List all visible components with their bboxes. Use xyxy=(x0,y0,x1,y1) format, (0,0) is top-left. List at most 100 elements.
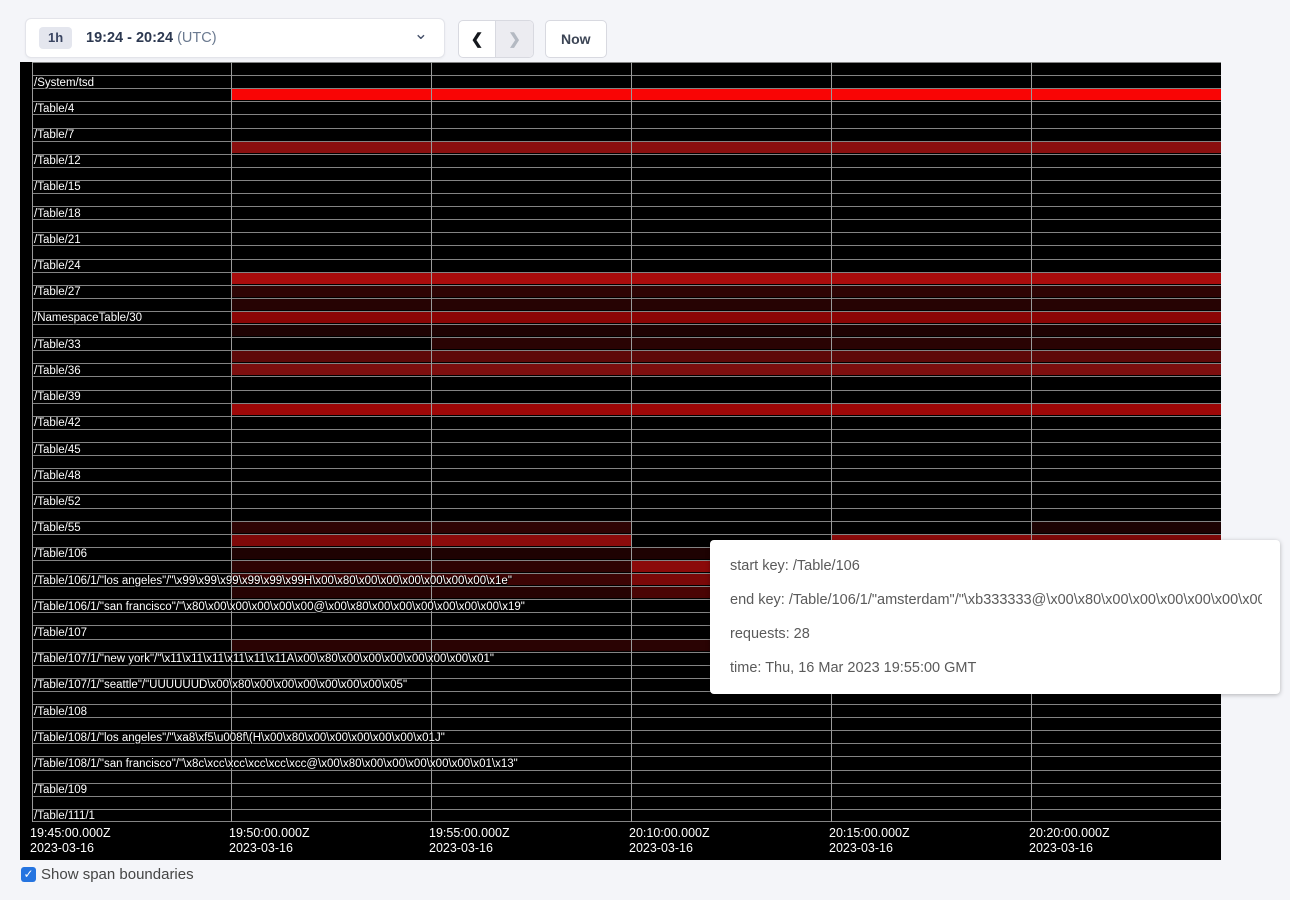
heatmap-band[interactable] xyxy=(231,587,431,598)
chevron-right-icon: ❯ xyxy=(508,30,521,48)
span-boundary-line xyxy=(32,193,1221,194)
heatmap-band[interactable] xyxy=(831,142,1031,153)
next-time-button[interactable]: ❯ xyxy=(496,21,533,57)
heatmap-band[interactable] xyxy=(631,273,831,284)
heatmap-band[interactable] xyxy=(431,338,631,349)
heatmap-band[interactable] xyxy=(431,535,631,546)
heatmap-band[interactable] xyxy=(431,312,631,323)
heatmap-band[interactable] xyxy=(1031,325,1221,336)
heatmap-band[interactable] xyxy=(431,404,631,415)
heatmap-band[interactable] xyxy=(631,325,831,336)
heatmap-band[interactable] xyxy=(631,142,831,153)
heatmap-band[interactable] xyxy=(431,142,631,153)
heatmap-band[interactable] xyxy=(1031,142,1221,153)
heatmap-band[interactable] xyxy=(631,351,831,362)
heatmap-band[interactable] xyxy=(431,548,631,559)
key-visualizer-canvas[interactable]: /System/tsd/Table/4/Table/7/Table/12/Tab… xyxy=(20,62,1221,860)
heatmap-band[interactable] xyxy=(831,299,1031,310)
heatmap-grid[interactable]: /System/tsd/Table/4/Table/7/Table/12/Tab… xyxy=(20,62,1221,822)
key-row-label: /Table/55 xyxy=(34,522,81,534)
now-button[interactable]: Now xyxy=(545,20,607,58)
heatmap-band[interactable] xyxy=(1031,522,1221,533)
heatmap-band[interactable] xyxy=(831,286,1031,297)
heatmap-band[interactable] xyxy=(231,312,431,323)
heatmap-band[interactable] xyxy=(1031,351,1221,362)
heatmap-band[interactable] xyxy=(431,364,631,375)
key-row-label: /Table/15 xyxy=(34,181,81,193)
heatmap-band[interactable] xyxy=(431,351,631,362)
heatmap-band[interactable] xyxy=(1031,299,1221,310)
heatmap-band[interactable] xyxy=(631,286,831,297)
heatmap-band[interactable] xyxy=(1031,312,1221,323)
heatmap-band[interactable] xyxy=(231,561,431,572)
time-range-value: 19:24 - 20:24 xyxy=(86,30,173,46)
heatmap-band[interactable] xyxy=(231,640,431,651)
heatmap-band[interactable] xyxy=(831,364,1031,375)
prev-time-button[interactable]: ❮ xyxy=(459,21,496,57)
key-row-label: /Table/39 xyxy=(34,391,81,403)
heatmap-band[interactable] xyxy=(231,273,431,284)
heatmap-band[interactable] xyxy=(431,89,631,100)
heatmap-band[interactable] xyxy=(431,640,631,651)
heatmap-band[interactable] xyxy=(631,299,831,310)
span-boundary-line xyxy=(32,796,1221,797)
heatmap-band[interactable] xyxy=(1031,273,1221,284)
heatmap-band[interactable] xyxy=(231,351,431,362)
span-boundary-line xyxy=(32,101,1221,102)
key-row-label: /Table/107/1/"seattle"/"UUUUUUD\x00\x80\… xyxy=(34,679,407,691)
time-axis-label: 19:50:00.000Z2023-03-16 xyxy=(229,826,310,856)
key-row-label: /Table/109 xyxy=(34,784,87,796)
heatmap-band[interactable] xyxy=(231,535,431,546)
heatmap-band[interactable] xyxy=(431,299,631,310)
heatmap-band[interactable] xyxy=(631,89,831,100)
heatmap-band[interactable] xyxy=(431,561,631,572)
time-range-selector[interactable]: 1h 19:24 - 20:24 (UTC) ⌄ xyxy=(25,18,445,58)
heatmap-band[interactable] xyxy=(1031,364,1221,375)
heatmap-band[interactable] xyxy=(831,89,1031,100)
heatmap-band[interactable] xyxy=(231,299,431,310)
heatmap-band[interactable] xyxy=(231,286,431,297)
heatmap-band[interactable] xyxy=(831,338,1031,349)
key-row-label: /Table/7 xyxy=(34,129,74,141)
heatmap-band[interactable] xyxy=(631,312,831,323)
heatmap-band[interactable] xyxy=(631,404,831,415)
key-row-label: /Table/107 xyxy=(34,627,87,639)
tooltip-requests: requests: 28 xyxy=(730,624,1262,645)
key-row-label: /Table/106 xyxy=(34,548,87,560)
heatmap-band[interactable] xyxy=(431,325,631,336)
key-row-label: /Table/106/1/"los angeles"/"\x99\x99\x99… xyxy=(34,575,512,587)
key-row-label: /Table/21 xyxy=(34,234,81,246)
key-row-label: /Table/108/1/"los angeles"/"\xa8\xf5\u00… xyxy=(34,732,445,744)
show-span-boundaries-control[interactable]: ✓ Show span boundaries xyxy=(21,866,194,883)
span-boundary-line xyxy=(32,783,1221,784)
heatmap-band[interactable] xyxy=(431,273,631,284)
key-row-label: /NamespaceTable/30 xyxy=(34,312,142,324)
show-span-boundaries-checkbox[interactable]: ✓ xyxy=(21,867,36,882)
heatmap-band[interactable] xyxy=(231,142,431,153)
heatmap-band[interactable] xyxy=(831,404,1031,415)
heatmap-band[interactable] xyxy=(231,404,431,415)
heatmap-band[interactable] xyxy=(431,587,631,598)
heatmap-band[interactable] xyxy=(831,351,1031,362)
heatmap-band[interactable] xyxy=(1031,89,1221,100)
key-row-label: /Table/24 xyxy=(34,260,81,272)
heatmap-band[interactable] xyxy=(231,364,431,375)
heatmap-band[interactable] xyxy=(831,273,1031,284)
heatmap-band[interactable] xyxy=(431,522,631,533)
heatmap-band[interactable] xyxy=(831,312,1031,323)
heatmap-band[interactable] xyxy=(431,286,631,297)
heatmap-band[interactable] xyxy=(631,364,831,375)
heatmap-band[interactable] xyxy=(1031,286,1221,297)
heatmap-band[interactable] xyxy=(231,89,431,100)
span-boundary-line xyxy=(32,128,1221,129)
heatmap-band[interactable] xyxy=(231,325,431,336)
heatmap-band[interactable] xyxy=(631,338,831,349)
heatmap-band[interactable] xyxy=(1031,338,1221,349)
span-boundary-line xyxy=(32,141,1221,142)
key-row-label: /Table/107/1/"new york"/"\x11\x11\x11\x1… xyxy=(34,653,494,665)
heatmap-band[interactable] xyxy=(831,325,1031,336)
heatmap-band[interactable] xyxy=(1031,404,1221,415)
heatmap-band[interactable] xyxy=(231,522,431,533)
key-row-label: /Table/52 xyxy=(34,496,81,508)
heatmap-band[interactable] xyxy=(231,548,431,559)
